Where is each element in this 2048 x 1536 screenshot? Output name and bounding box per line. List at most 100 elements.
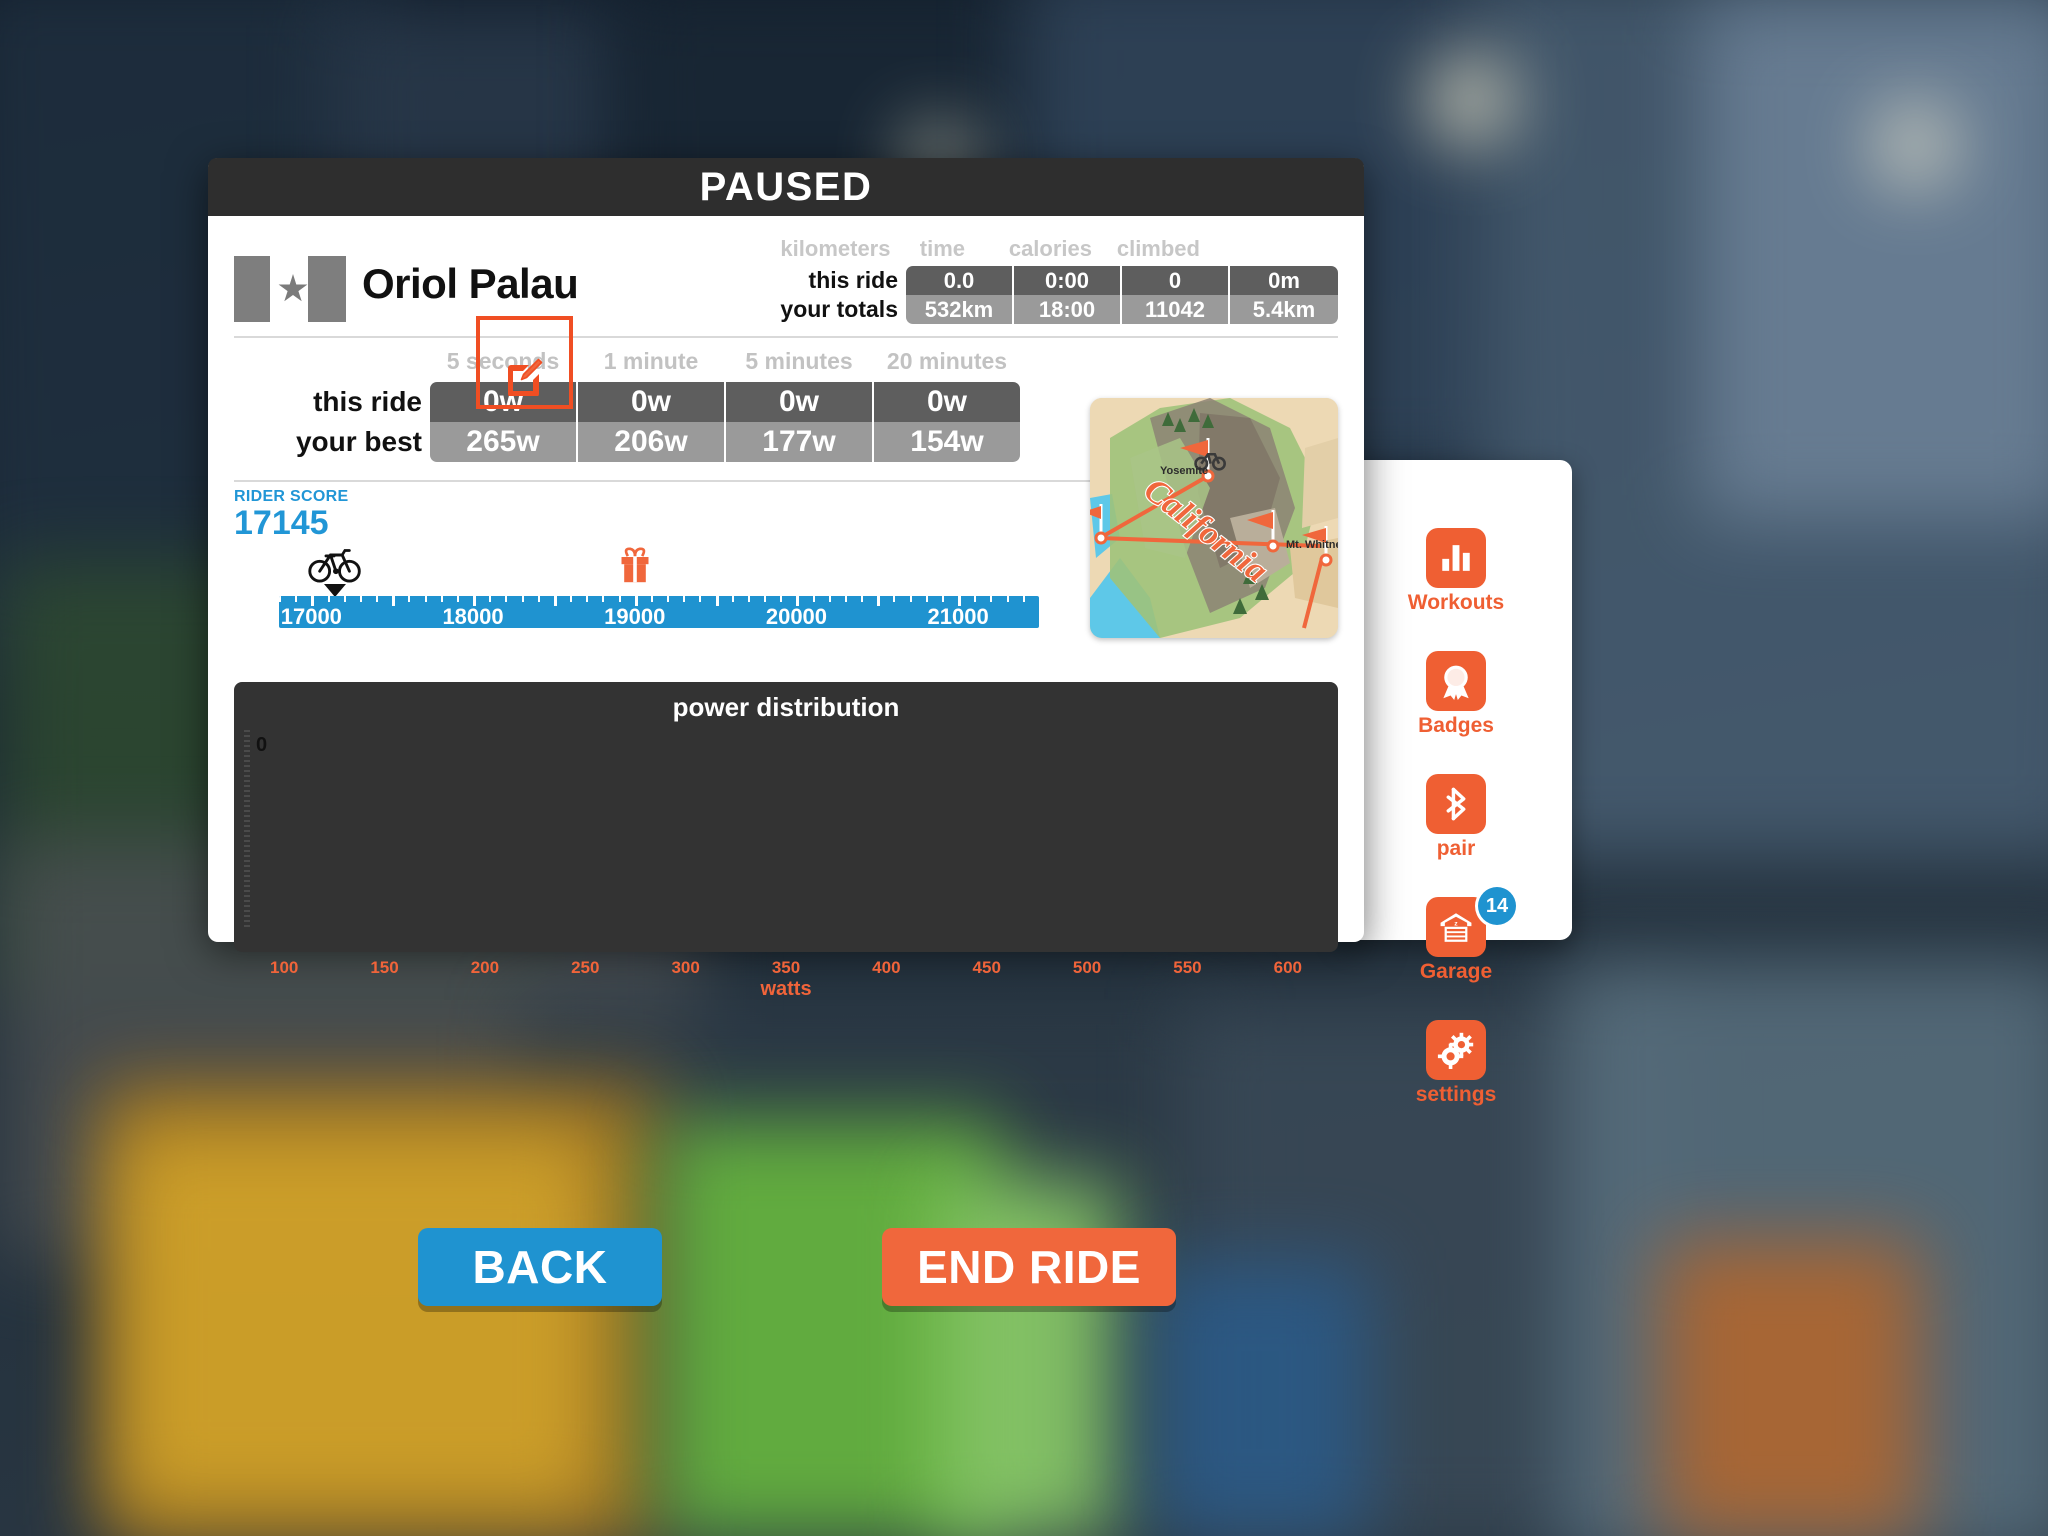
end-ride-button[interactable]: END RIDE <box>882 1228 1176 1306</box>
rail-item-workouts[interactable]: Workouts <box>1374 528 1538 615</box>
gears-icon <box>1426 1020 1486 1080</box>
score-bar-tick <box>295 596 298 602</box>
interval-col-1m: 0w 206w <box>578 382 724 462</box>
score-bar-tick <box>925 596 928 602</box>
power-distribution-chart: power distribution 0 watts 100 150 200 2… <box>234 682 1338 1000</box>
stat-value: 532km <box>906 295 1012 324</box>
score-bar-major-label: 17000 <box>280 604 342 628</box>
ride-stats-row-labels: this ride your totals <box>780 266 906 324</box>
score-bar-minor-label: 20500 <box>857 576 897 592</box>
page-title: PAUSED <box>699 164 873 209</box>
score-bar-tick <box>877 596 881 606</box>
stat-value: 0:00 <box>1014 266 1120 295</box>
score-bar-tick <box>586 596 589 602</box>
score-bar-tick <box>521 596 524 602</box>
score-bar-tick <box>376 596 379 602</box>
route-map-thumbnail[interactable]: Yosemite Mt. Whitne California <box>1090 398 1338 638</box>
back-button[interactable]: BACK <box>418 1228 662 1306</box>
chart-x-tick-label: 450 <box>972 958 1001 977</box>
score-bar-tick <box>731 596 734 602</box>
score-progress-bar[interactable]: 17000 18000 19000 20000 21000 <box>279 596 1039 628</box>
interval-value: 0w <box>726 382 872 422</box>
paused-dialog: PAUSED Oriol Palau kilometers time calor… <box>208 158 1364 1000</box>
interval-col-label: 1 minute <box>603 348 699 374</box>
score-bar-major-label: 18000 <box>442 604 504 628</box>
stat-col-label: kilometers <box>780 236 891 261</box>
score-bar-tick <box>570 596 573 602</box>
right-rail-menu: Workouts Badges pair z 14 Garage setting… <box>1374 528 1538 1143</box>
score-bar-tick <box>861 596 864 602</box>
dialog-titlebar: PAUSED <box>208 158 1364 216</box>
score-bar-tick <box>941 596 944 602</box>
score-bar-tick <box>424 596 427 602</box>
row-label-your-totals: your totals <box>780 296 898 322</box>
svg-text:Yosemite: Yosemite <box>1160 465 1208 477</box>
score-bar-tick <box>618 596 621 602</box>
edit-pencil-icon[interactable] <box>504 356 544 397</box>
bar-chart-icon <box>1426 528 1486 588</box>
rail-label: Badges <box>1418 714 1494 737</box>
score-bar-tick <box>343 596 346 602</box>
svg-text:Mt. Whitne: Mt. Whitne <box>1286 539 1338 551</box>
bicycle-icon <box>308 544 362 584</box>
country-flag <box>234 256 346 322</box>
chart-x-tick-label: 600 <box>1273 958 1302 977</box>
rail-item-garage[interactable]: z 14 Garage <box>1374 887 1538 984</box>
interval-col-5m: 0w 177w <box>726 382 872 462</box>
score-bar-tick <box>715 596 719 606</box>
flag-with-star-icon <box>234 256 346 322</box>
score-bar-tick <box>553 596 557 606</box>
gift-box-icon <box>617 546 653 586</box>
garage-icon: z <box>1426 897 1486 957</box>
score-bar-tick <box>537 596 540 602</box>
score-bar-tick <box>456 596 459 602</box>
stat-col-label: time <box>919 236 966 261</box>
stat-value: 0.0 <box>906 266 1012 295</box>
stat-col-kilometers: 0.0 532km <box>906 266 1014 324</box>
score-bar-tick <box>844 596 847 602</box>
rail-item-badges[interactable]: Badges <box>1374 651 1538 738</box>
score-bar-tick <box>279 596 281 602</box>
interval-value: 0w <box>874 382 1020 422</box>
svg-text:z: z <box>1454 920 1458 927</box>
score-bar-tick <box>650 596 653 602</box>
score-bar-tick <box>780 596 783 602</box>
chart-x-title: watts <box>760 978 812 1000</box>
row-label-this-ride: this ride <box>313 386 422 417</box>
stat-value: 0 <box>1122 266 1228 295</box>
score-bar-minor-label: 17500 <box>372 576 412 592</box>
chart-y-zero-label: 0 <box>256 734 268 756</box>
chart-x-tick-label: 300 <box>671 958 700 977</box>
score-bar-tick <box>392 596 396 606</box>
score-bar-tick <box>359 596 362 602</box>
chart-x-tick-label: 200 <box>470 958 500 977</box>
score-bar-tick <box>1006 596 1009 602</box>
score-bar-tick <box>764 596 767 602</box>
score-bar-major-label: 19000 <box>604 604 666 628</box>
interval-value: 265w <box>430 422 576 462</box>
garage-badge-count: 14 <box>1478 887 1516 925</box>
rail-label: Garage <box>1419 960 1493 983</box>
rail-item-pair[interactable]: pair <box>1374 774 1538 861</box>
chart-x-tick-label: 350 <box>771 958 801 977</box>
stat-col-label: calories <box>1008 236 1092 261</box>
interval-value: 206w <box>578 422 724 462</box>
stat-value: 5.4km <box>1230 295 1338 324</box>
rail-item-settings[interactable]: settings <box>1374 1020 1538 1107</box>
chart-y-axis <box>244 730 250 948</box>
score-bar-tick <box>505 596 508 602</box>
score-bar-tick <box>909 596 912 602</box>
score-bar-tick <box>667 596 670 602</box>
stat-value: 18:00 <box>1014 295 1120 324</box>
stat-col-label: climbed <box>1116 236 1200 261</box>
score-bar-tick <box>990 596 993 602</box>
score-bar-tick <box>408 596 411 602</box>
divider <box>234 336 1338 338</box>
score-bar-major-label: 20000 <box>765 604 828 628</box>
ride-stats-grid: 0.0 532km 0:00 18:00 0 11042 0m 5.4km <box>906 266 1338 324</box>
chart-x-tick-label: 150 <box>370 958 399 977</box>
chart-x-tick-label: 550 <box>1173 958 1202 977</box>
score-bar-tick <box>327 596 330 602</box>
score-bar-tick <box>489 596 492 602</box>
chart-x-tick-label: 100 <box>269 958 299 977</box>
